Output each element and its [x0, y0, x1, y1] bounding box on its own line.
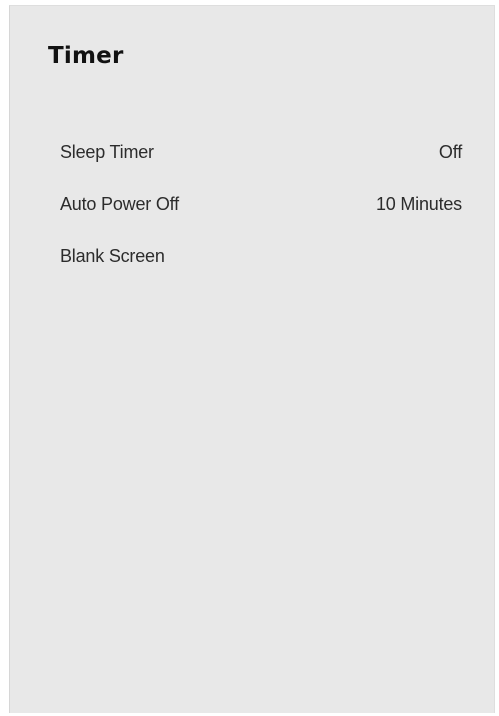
menu-item-auto-power-off[interactable]: Auto Power Off 10 Minutes: [60, 178, 462, 230]
menu-item-sleep-timer[interactable]: Sleep Timer Off: [60, 126, 462, 178]
menu-item-label: Blank Screen: [60, 245, 165, 266]
timer-menu-panel: Timer Sleep Timer Off Auto Power Off 10 …: [9, 5, 495, 713]
menu-item-value: Off: [438, 141, 462, 162]
menu-item-label: Auto Power Off: [60, 193, 179, 214]
menu-item-label: Sleep Timer: [60, 141, 154, 162]
menu-item-value: 10 Minutes: [375, 193, 462, 214]
timer-menu-list: Sleep Timer Off Auto Power Off 10 Minute…: [60, 126, 462, 282]
menu-item-blank-screen[interactable]: Blank Screen: [60, 230, 462, 282]
panel-title: Timer: [48, 43, 124, 69]
